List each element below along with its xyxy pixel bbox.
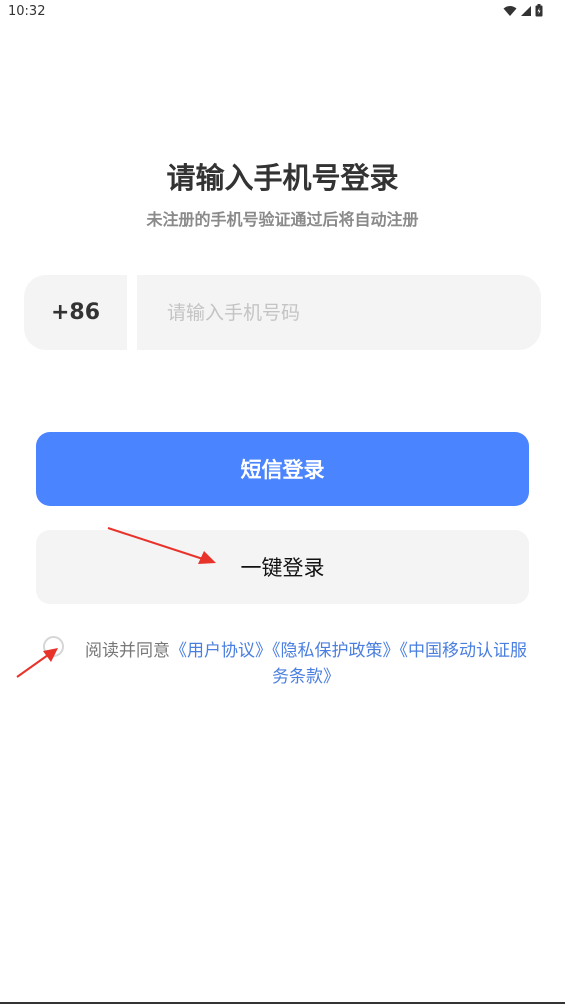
agreement-checkbox[interactable]	[43, 636, 64, 657]
signal-icon	[521, 5, 531, 16]
sms-login-button[interactable]: 短信登录	[36, 432, 529, 506]
status-bar: 10:32	[0, 0, 565, 24]
phone-number-input[interactable]	[137, 275, 541, 350]
one-key-login-button[interactable]: 一键登录	[36, 530, 529, 604]
user-agreement-link[interactable]: 《用户协议》	[170, 641, 272, 661]
country-code-selector[interactable]: +86	[24, 275, 127, 350]
phone-input-row: +86	[24, 275, 541, 350]
agreement-text: 阅读并同意《用户协议》《隐私保护政策》《中国移动认证服务条款》	[82, 638, 530, 690]
wifi-icon	[503, 5, 517, 16]
page-subtitle: 未注册的手机号验证通过后将自动注册	[146, 210, 419, 229]
status-time: 10:32	[8, 4, 46, 19]
page-title: 请输入手机号登录	[166, 161, 399, 195]
divider	[127, 275, 137, 350]
battery-icon	[535, 4, 543, 17]
agreement-prefix: 阅读并同意	[85, 641, 170, 661]
privacy-policy-link[interactable]: 《隐私保护政策》	[272, 641, 400, 661]
status-icons	[503, 4, 543, 17]
